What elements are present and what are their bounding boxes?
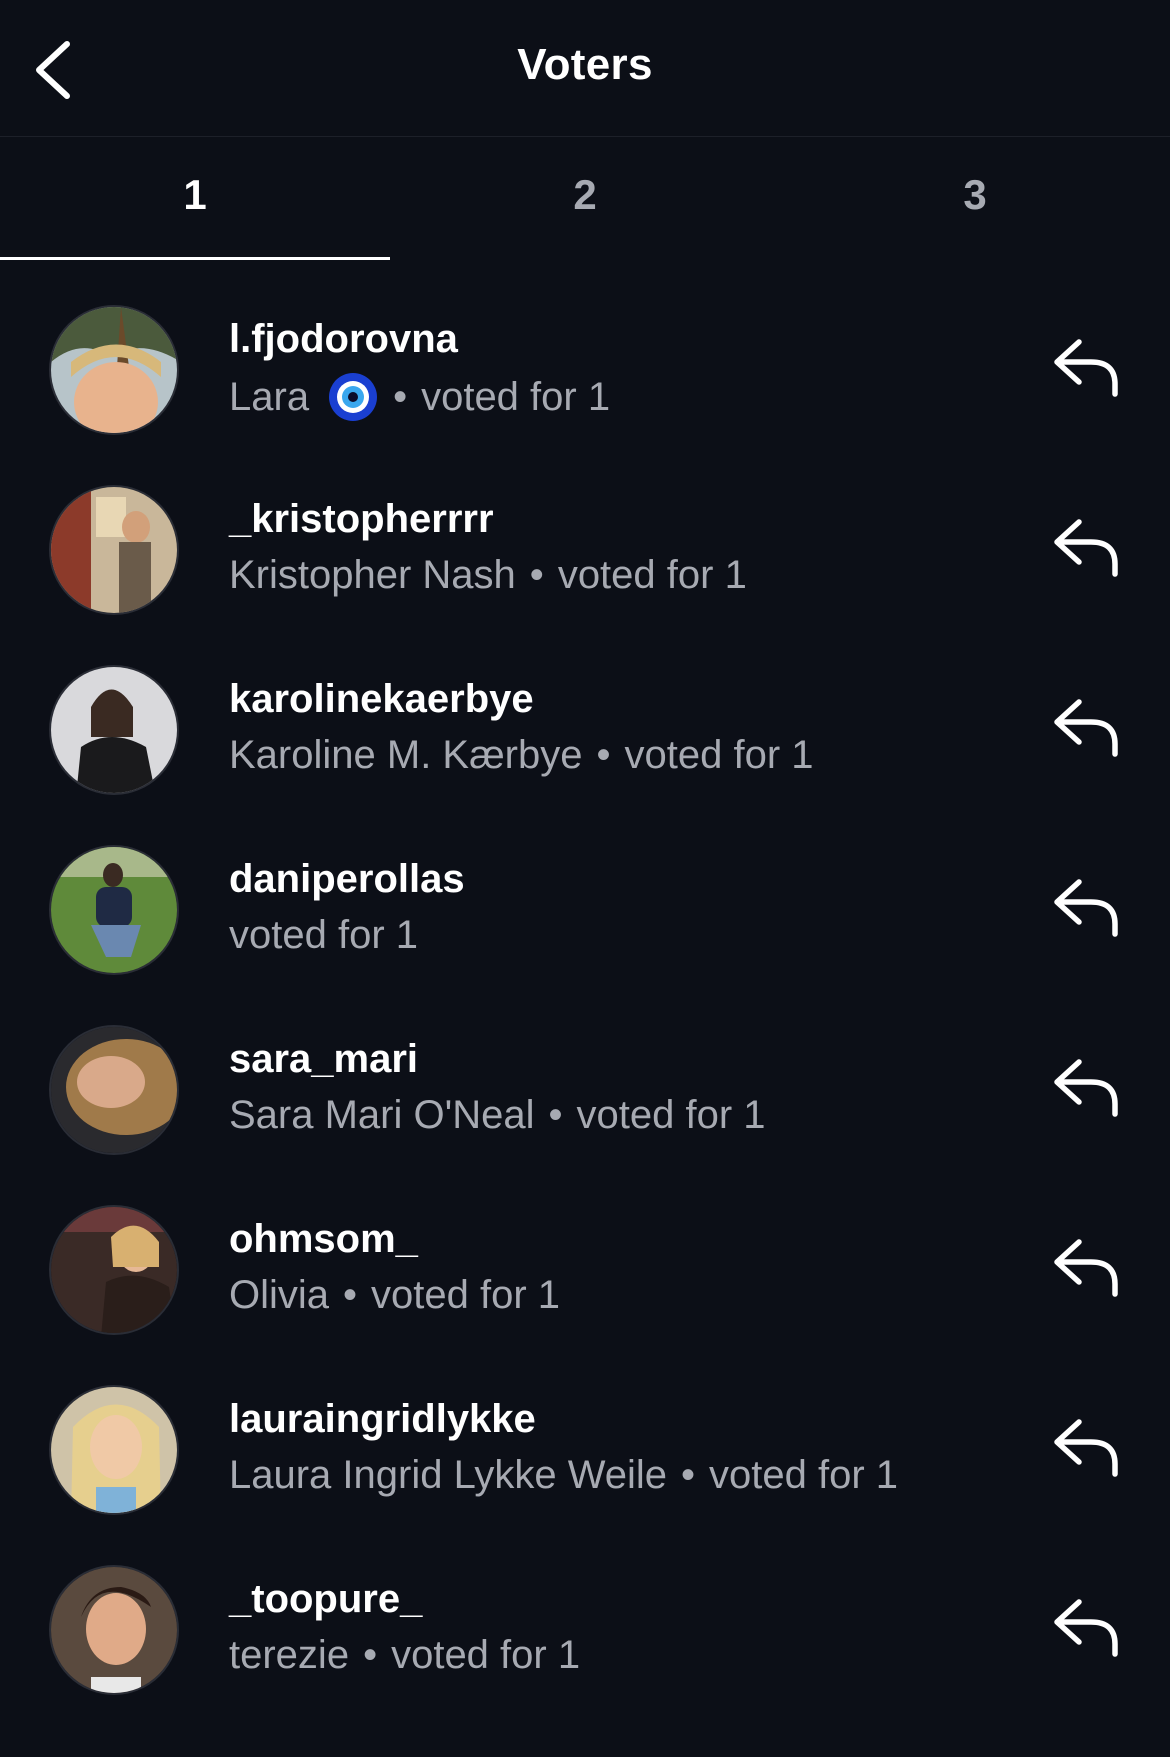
tab-bar: 1 2 3 (0, 137, 1170, 260)
avatar[interactable] (49, 665, 179, 795)
voter-full-name: Kristopher Nash (229, 553, 516, 597)
top-bar: Voters (0, 0, 1170, 137)
voter-username[interactable]: _kristopherrrr (229, 495, 1010, 543)
reply-arrow-icon (1054, 519, 1118, 577)
avatar[interactable] (49, 845, 179, 975)
separator-dot: • (548, 1093, 563, 1137)
tab-option-2[interactable]: 2 (390, 137, 780, 260)
voter-username[interactable]: l.fjodorovna (229, 315, 1010, 363)
reply-button[interactable] (1048, 869, 1124, 945)
avatar[interactable] (49, 1025, 179, 1155)
voter-full-name: Sara Mari O'Neal (229, 1093, 535, 1137)
vote-status: voted for 1 (576, 1093, 766, 1137)
reply-button[interactable] (1048, 1589, 1124, 1665)
voter-full-name: Laura Ingrid Lykke Weile (229, 1453, 668, 1497)
avatar[interactable] (49, 485, 179, 615)
voters-list: l.fjodorovna Lara • voted for 1 _kristop… (0, 260, 1170, 1721)
reply-button[interactable] (1048, 329, 1124, 405)
voter-full-name: Olivia (229, 1273, 330, 1317)
voter-full-name: terezie (229, 1633, 350, 1677)
reply-arrow-icon (1054, 699, 1118, 757)
reply-button[interactable] (1048, 1409, 1124, 1485)
vote-status: voted for 1 (229, 913, 419, 957)
voter-row[interactable]: daniperollas voted for 1 (0, 821, 1170, 1001)
reply-button[interactable] (1048, 689, 1124, 765)
reply-arrow-icon (1054, 1599, 1118, 1657)
reply-arrow-icon (1054, 1419, 1118, 1477)
vote-status: voted for 1 (624, 733, 814, 777)
voter-row[interactable]: _kristopherrrr Kristopher Nash • voted f… (0, 461, 1170, 641)
reply-arrow-icon (1054, 879, 1118, 937)
vote-status: voted for 1 (709, 1453, 899, 1497)
voter-full-name: Karoline M. Kærbye (229, 733, 583, 777)
nazar-amulet-icon (329, 373, 378, 421)
voter-row[interactable]: l.fjodorovna Lara • voted for 1 (0, 281, 1170, 461)
voter-full-name: Lara (229, 375, 310, 419)
tab-option-1[interactable]: 1 (0, 137, 390, 260)
reply-button[interactable] (1048, 1049, 1124, 1125)
voter-username[interactable]: karolinekaerbye (229, 675, 1010, 723)
avatar[interactable] (49, 1565, 179, 1695)
page-title: Voters (517, 40, 653, 89)
voter-row[interactable]: ohmsom_ Olivia • voted for 1 (0, 1181, 1170, 1361)
avatar[interactable] (49, 1385, 179, 1515)
reply-arrow-icon (1054, 1239, 1118, 1297)
reply-button[interactable] (1048, 1229, 1124, 1305)
vote-status: voted for 1 (421, 375, 611, 419)
avatar[interactable] (49, 305, 179, 435)
separator-dot: • (343, 1273, 358, 1317)
voter-row[interactable]: lauraingridlykke Laura Ingrid Lykke Weil… (0, 1361, 1170, 1541)
separator-dot: • (363, 1633, 378, 1677)
voter-username[interactable]: lauraingridlykke (229, 1395, 1010, 1443)
voter-username[interactable]: _toopure_ (229, 1575, 1010, 1623)
avatar[interactable] (49, 1205, 179, 1335)
reply-arrow-icon (1054, 1059, 1118, 1117)
separator-dot: • (393, 375, 408, 419)
voter-username[interactable]: daniperollas (229, 855, 1010, 903)
reply-button[interactable] (1048, 509, 1124, 585)
tab-option-3[interactable]: 3 (780, 137, 1170, 260)
vote-status: voted for 1 (371, 1273, 561, 1317)
separator-dot: • (681, 1453, 696, 1497)
reply-arrow-icon (1054, 339, 1118, 397)
separator-dot: • (596, 733, 611, 777)
voter-username[interactable]: sara_mari (229, 1035, 1010, 1083)
voter-row[interactable]: sara_mari Sara Mari O'Neal • voted for 1 (0, 1001, 1170, 1181)
vote-status: voted for 1 (391, 1633, 581, 1677)
separator-dot: • (529, 553, 544, 597)
voter-row[interactable]: _toopure_ terezie • voted for 1 (0, 1541, 1170, 1721)
vote-status: voted for 1 (557, 553, 747, 597)
voter-row[interactable]: karolinekaerbye Karoline M. Kærbye • vot… (0, 641, 1170, 821)
voter-username[interactable]: ohmsom_ (229, 1215, 1010, 1263)
